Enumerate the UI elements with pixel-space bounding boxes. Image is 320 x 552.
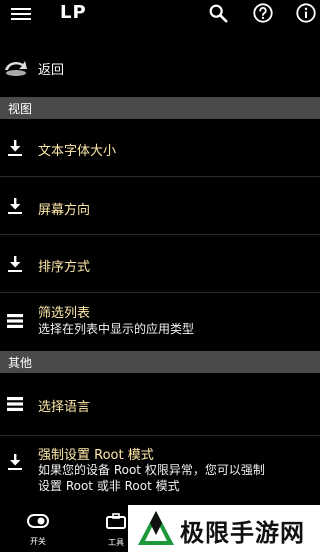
section-title: 其他 [8, 356, 33, 370]
top-app-bar: LP [0, 0, 320, 28]
menu-icon[interactable] [11, 5, 33, 23]
menu-item-screen-orientation[interactable]: 屏幕方向 [0, 178, 320, 235]
search-icon[interactable] [207, 2, 229, 24]
item-label: 强制设置 Root 模式 [38, 448, 154, 463]
toolbox-icon [106, 513, 126, 529]
menu-item-text-size[interactable]: 文本字体大小 [0, 119, 320, 177]
section-title: 视图 [8, 102, 33, 116]
menu-item-filter-list[interactable]: 筛选列表 选择在列表中显示的应用类型 [0, 294, 320, 348]
app-title: LP [60, 2, 87, 23]
download-icon [8, 256, 22, 272]
list-icon [7, 397, 23, 411]
item-subtitle-line-1: 如果您的设备 Root 权限异常，您可以强制 [38, 463, 265, 477]
item-label: 文本字体大小 [38, 144, 117, 159]
item-label: 屏幕方向 [38, 203, 91, 218]
item-label: 选择语言 [38, 400, 91, 415]
watermark-logo: 极限手游网 [128, 505, 320, 552]
back-label: 返回 [38, 63, 65, 78]
help-icon[interactable] [252, 2, 274, 24]
section-header-view: 视图 [0, 97, 320, 119]
menu-item-sort-order[interactable]: 排序方式 [0, 236, 320, 293]
item-subtitle: 选择在列表中显示的应用类型 [38, 322, 195, 336]
menu-item-select-language[interactable]: 选择语言 [0, 373, 320, 436]
watermark-text: 极限手游网 [180, 519, 305, 547]
tab-switch[interactable]: 开关 [18, 513, 58, 547]
item-subtitle-line-2: 设置 Root 或非 Root 模式 [38, 479, 180, 493]
item-label: 排序方式 [38, 260, 91, 275]
info-icon[interactable] [295, 2, 317, 24]
tab-label: 开关 [30, 537, 46, 546]
watermark-mark-icon [138, 511, 174, 545]
item-label: 筛选列表 [38, 306, 91, 321]
list-icon [7, 314, 23, 328]
menu-item-force-root[interactable]: 强制设置 Root 模式 如果您的设备 Root 权限异常，您可以强制 设置 R… [0, 437, 320, 505]
back-row[interactable]: 返回 [0, 44, 320, 94]
toggle-icon [27, 514, 49, 528]
section-header-other: 其他 [0, 351, 320, 373]
download-icon [8, 140, 22, 156]
download-icon [8, 198, 22, 214]
back-arrow-icon [5, 61, 27, 76]
download-icon [8, 454, 22, 470]
